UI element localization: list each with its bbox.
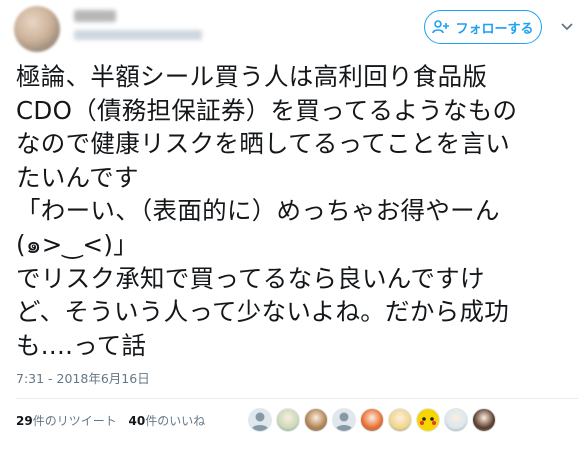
retweets-label: 件のリツイート (32, 414, 117, 428)
anime-avatar-icon[interactable] (388, 408, 412, 432)
anime-avatar-icon[interactable] (304, 408, 328, 432)
tweet-line: も....って話 (16, 330, 147, 360)
chevron-down-icon (561, 23, 573, 31)
pikachu-avatar-icon[interactable] (416, 408, 440, 432)
tweet-line: なので健康リスクを晒してるってことを言い (16, 129, 511, 159)
likes-count: 40 (128, 414, 146, 428)
retweets-stat[interactable]: 29件のリツイート (16, 414, 117, 428)
stats-divider (16, 398, 578, 399)
anime-avatar-icon[interactable] (444, 408, 468, 432)
likes-label: 件のいいね (145, 414, 206, 428)
tweet-line: CDO（債務担保証券）を買ってるようなもの (16, 95, 518, 125)
tweet-stats: 29件のリツイート 40件のいいね (16, 412, 213, 429)
tweet-text: 極論、半額シール買う人は高利回り食品版 CDO（債務担保証券）を買ってるようなも… (16, 60, 578, 362)
follow-button[interactable]: フォローする (424, 10, 542, 44)
author-name-redacted[interactable] (74, 10, 116, 22)
tweet-header: フォローする (0, 0, 586, 58)
tweet-timestamp[interactable]: 7:31 - 2018年6月16日 (16, 368, 150, 387)
tweet-line: 極論、半額シール買う人は高利回り食品版 (16, 62, 488, 91)
add-user-icon (432, 20, 450, 34)
tweet-line: (๑>‿<)」 (16, 229, 139, 259)
follow-button-label: フォローする (455, 21, 534, 37)
tweet-line: 「わーい、（表面的に）めっちゃお得やーん (16, 196, 500, 226)
tweet-line: でリスク承知で買ってるなら良いんですけ (16, 263, 485, 293)
retweets-count: 29 (16, 414, 33, 428)
author-handle-redacted[interactable] (74, 30, 202, 40)
more-options-button[interactable] (558, 18, 576, 36)
photo-avatar-icon[interactable] (472, 408, 496, 432)
likes-stat[interactable]: 40件のいいね (129, 414, 206, 428)
tweet-line: たいんです (16, 162, 139, 192)
tweet-line: ど、そういう人って少ないよね。だから成功 (16, 297, 510, 327)
author-avatar[interactable] (14, 6, 60, 52)
default-avatar-icon[interactable] (332, 408, 356, 432)
anime-avatar-icon[interactable] (360, 408, 384, 432)
default-avatar-icon[interactable] (248, 408, 272, 432)
anime-avatar-icon[interactable] (276, 408, 300, 432)
liker-avatars (248, 408, 500, 434)
